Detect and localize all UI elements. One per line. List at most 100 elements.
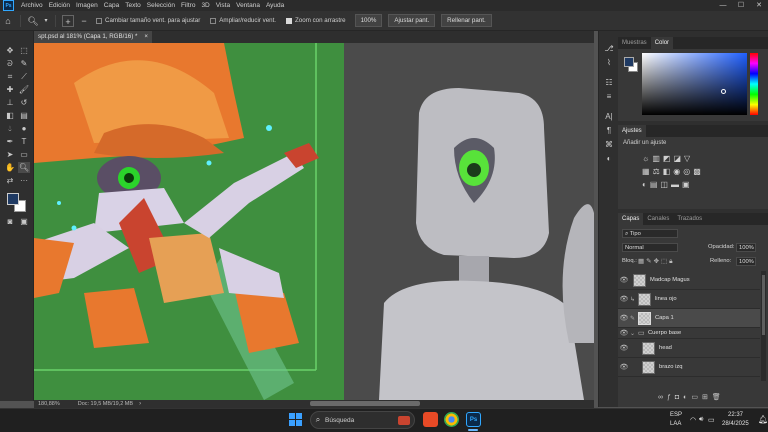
selective-color-adjustment-icon[interactable]: ▣ — [682, 180, 693, 189]
gradient-tool-icon[interactable]: ▤ — [18, 110, 30, 121]
channel-mixer-adjustment-icon[interactable]: ◎ — [683, 167, 693, 176]
close-tab-icon[interactable]: × — [144, 31, 148, 43]
maximize-button[interactable]: ☐ — [732, 0, 750, 11]
clock-time[interactable]: 22:37 — [728, 412, 743, 418]
document-size-readout[interactable]: Doc: 19,5 MB/19,2 MB — [78, 401, 133, 407]
home-icon[interactable]: ⌂ — [2, 15, 14, 27]
history-brush-tool-icon[interactable]: ↺ — [18, 97, 30, 108]
gradient-map-adjustment-icon[interactable]: ▬ — [671, 180, 682, 189]
threshold-adjustment-icon[interactable]: ◫ — [660, 180, 671, 189]
clone-stamp-tool-icon[interactable]: ⊥ — [4, 97, 16, 108]
black-white-adjustment-icon[interactable]: ◧ — [663, 167, 674, 176]
wifi-icon[interactable]: ◠ — [690, 416, 696, 424]
menu-seleccion[interactable]: Selección — [144, 2, 178, 9]
zoom-100-button[interactable]: 100% — [354, 14, 383, 27]
color-lookup-adjustment-icon[interactable]: ▩ — [693, 167, 704, 176]
taskbar-search-box[interactable]: ⌕ Búsqueda — [310, 411, 415, 429]
visibility-eye-icon[interactable]: 👁︎ — [618, 314, 630, 322]
healing-brush-tool-icon[interactable]: ✚ — [4, 84, 16, 95]
add-mask-icon[interactable]: ◘ — [675, 394, 683, 401]
layer-row[interactable]: 👁︎ ↳ linea ojo — [618, 290, 760, 309]
exposure-adjustment-icon[interactable]: ◪ — [673, 154, 684, 163]
zoom-readout[interactable]: 180,88% — [38, 401, 60, 407]
layer-filter-select[interactable]: ⌕ Tipo — [622, 229, 678, 238]
visibility-eye-icon[interactable]: 👁︎ — [618, 363, 630, 371]
visibility-eye-icon[interactable]: 👁︎ — [618, 344, 630, 352]
color-picker-field[interactable] — [642, 53, 747, 115]
horizontal-scrollbar[interactable] — [310, 401, 420, 406]
chrome-icon[interactable] — [444, 412, 459, 427]
levels-adjustment-icon[interactable]: ▥ — [652, 154, 663, 163]
menu-ayuda[interactable]: Ayuda — [263, 2, 287, 9]
path-selection-tool-icon[interactable]: ➤ — [4, 149, 16, 160]
quick-mask-icon[interactable]: ◙ — [4, 216, 16, 227]
zoom-all-checkbox[interactable] — [210, 17, 217, 24]
language-indicator-bottom[interactable]: LAA — [670, 421, 681, 427]
actions-panel-icon[interactable]: ≡ — [603, 91, 615, 102]
layer-group-row[interactable]: 👁︎ ⌄ ▭ Cuerpo base — [618, 328, 760, 339]
visibility-eye-icon[interactable]: 👁︎ — [618, 295, 630, 303]
brush-tool-icon[interactable]: 🖌︎ — [18, 84, 30, 95]
zoom-tool-icon[interactable]: 🔍︎ — [18, 162, 30, 173]
foreground-color-swatch[interactable] — [7, 193, 19, 205]
link-layers-icon[interactable]: ∞ — [658, 394, 667, 401]
properties-panel-icon[interactable]: ☷ — [603, 77, 615, 88]
dodge-tool-icon[interactable]: ● — [18, 123, 30, 134]
menu-vista[interactable]: Vista — [213, 2, 233, 9]
chevron-down-icon[interactable]: ⌄ — [630, 330, 638, 337]
crop-tool-icon[interactable]: ⌗ — [4, 71, 16, 82]
menu-imagen[interactable]: Imagen — [73, 2, 101, 9]
brave-browser-icon[interactable] — [423, 412, 438, 427]
color-picker-marker[interactable] — [721, 89, 726, 94]
language-indicator-top[interactable]: ESP — [670, 412, 682, 418]
shape-tool-icon[interactable]: ▭ — [18, 149, 30, 160]
opacity-field[interactable]: 100% — [736, 243, 756, 252]
battery-icon[interactable]: ▭ — [708, 416, 715, 424]
close-button[interactable]: ✕ — [750, 0, 768, 11]
curves-adjustment-icon[interactable]: ◩ — [663, 154, 674, 163]
windows-start-icon[interactable] — [288, 412, 304, 428]
hue-slider[interactable] — [750, 53, 758, 115]
illustration-canvas[interactable] — [34, 43, 344, 400]
blend-mode-select[interactable]: Normal — [622, 243, 678, 252]
volume-icon[interactable]: 🔊︎ — [699, 416, 703, 424]
blur-tool-icon[interactable]: 💧︎ — [4, 123, 16, 134]
menu-edicion[interactable]: Edición — [46, 2, 73, 9]
vibrance-adjustment-icon[interactable]: ▽ — [684, 154, 693, 163]
fit-screen-button[interactable]: Ajustar pant. — [388, 14, 436, 27]
pen-tool-icon[interactable]: ✒ — [4, 136, 16, 147]
status-chevron-icon[interactable]: › — [139, 401, 141, 407]
lock-icons[interactable]: ▦✎✥⬚🔒︎ — [638, 257, 675, 266]
notification-bell-icon[interactable]: 🔔︎ — [758, 415, 768, 424]
fill-field[interactable]: 100% — [736, 257, 756, 266]
menu-texto[interactable]: Texto — [122, 2, 144, 9]
menu-capa[interactable]: Capa — [101, 2, 123, 9]
type-tool-icon[interactable]: T — [18, 136, 30, 147]
layer-row-selected[interactable]: 👁︎ ✎ Capa 1 — [618, 309, 760, 328]
tab-channels[interactable]: Canales — [643, 213, 673, 225]
marquee-tool-icon[interactable]: ⬚ — [18, 45, 30, 56]
posterize-adjustment-icon[interactable]: ▤ — [650, 180, 661, 189]
paragraph-panel-icon[interactable]: ¶ — [603, 125, 615, 136]
tab-layers[interactable]: Capas — [618, 213, 644, 225]
visibility-eye-icon[interactable]: 👁︎ — [618, 276, 630, 284]
invert-adjustment-icon[interactable]: ◐ — [642, 180, 650, 189]
document-tab[interactable]: spt.psd al 181% (Capa 1, RGB/16) * × — [34, 31, 152, 43]
hand-tool-icon[interactable]: ✋ — [4, 162, 16, 173]
canvas-area[interactable] — [34, 43, 594, 400]
photoshop-logo-icon[interactable]: Ps — [3, 0, 14, 11]
photoshop-taskbar-icon[interactable]: Ps — [466, 412, 481, 427]
layer-row[interactable]: 👁︎ Madcap Magus — [618, 271, 760, 290]
menu-ventana[interactable]: Ventana — [233, 2, 263, 9]
layers-scrollbar-thumb[interactable] — [762, 275, 765, 335]
layer-row[interactable]: 👁︎ head — [618, 339, 760, 358]
zoom-in-icon[interactable]: + — [62, 14, 74, 27]
history-panel-icon[interactable]: ⎇ — [603, 43, 615, 54]
switch-colors-icon[interactable]: ⇄ — [4, 175, 16, 186]
hue-saturation-adjustment-icon[interactable]: ▦ — [642, 167, 653, 176]
layers-scrollbar[interactable] — [761, 271, 766, 381]
fill-screen-button[interactable]: Rellenar pant. — [441, 14, 492, 27]
tool-preset-chevron-icon[interactable]: ▾ — [43, 15, 49, 27]
glyphs-panel-icon[interactable]: ⌘ — [603, 139, 615, 150]
brush-settings-icon[interactable]: ⌇ — [603, 57, 615, 68]
